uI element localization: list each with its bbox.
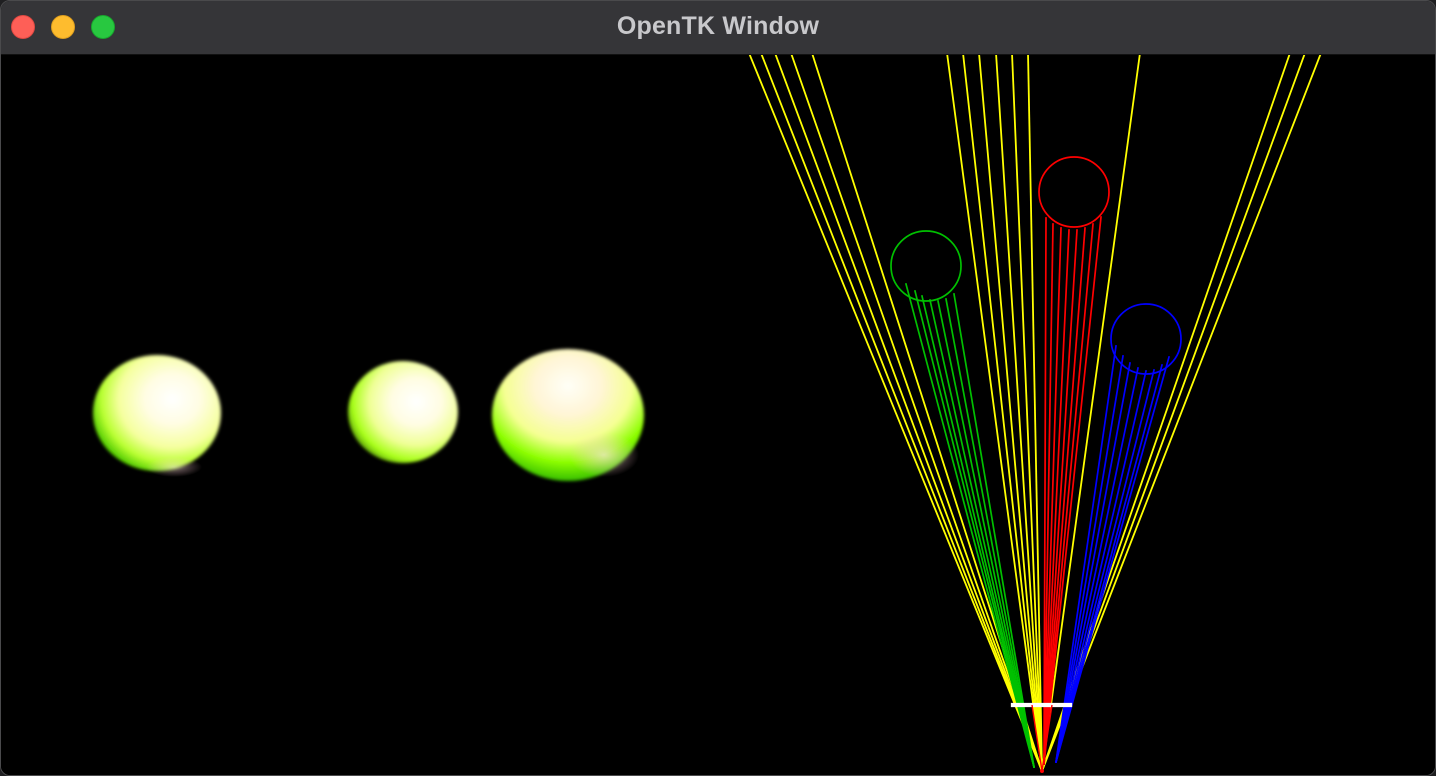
yellow-ray	[748, 55, 1044, 773]
window-titlebar[interactable]: OpenTK Window	[1, 1, 1435, 55]
ray-origin	[1040, 769, 1044, 773]
green-ray	[920, 294, 1036, 769]
yellow-ray	[790, 55, 1044, 773]
render-viewport[interactable]	[1, 55, 1435, 775]
blue-circle	[1110, 303, 1182, 375]
target-circles	[890, 156, 1182, 375]
sphere-middle	[348, 361, 458, 463]
rendered-scene	[93, 55, 1322, 773]
opentk-window: OpenTK Window	[0, 0, 1436, 776]
green-ray	[953, 293, 1035, 768]
green-circle	[890, 230, 962, 302]
ray-bundle	[748, 55, 1322, 773]
sphere-right	[492, 349, 644, 481]
green-ray	[936, 299, 1036, 769]
spheres-group	[93, 349, 644, 481]
window-title: OpenTK Window	[616, 12, 820, 40]
red-circle	[1038, 156, 1110, 228]
sphere-left	[93, 355, 221, 477]
yellow-ray	[760, 55, 1044, 773]
blue-ray	[1055, 345, 1117, 763]
